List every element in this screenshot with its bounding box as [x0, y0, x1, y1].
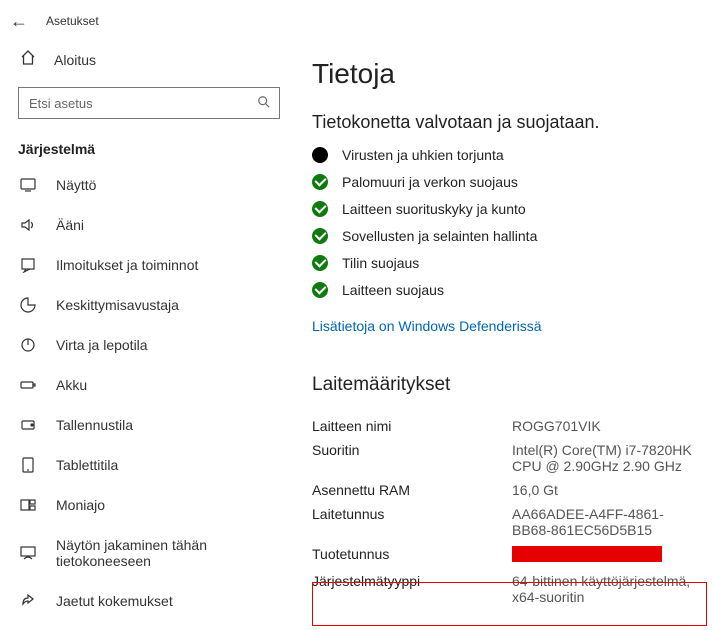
sidebar-item-multitask[interactable]: Moniajo — [0, 485, 298, 525]
spec-device-id: Laitetunnus AA66ADEE-A4FF-4861-BB68-861E… — [312, 502, 702, 542]
battery-icon — [20, 377, 36, 393]
spec-system-type: Järjestelmätyyppi 64-bittinen käyttöjärj… — [312, 569, 702, 609]
status-health: Laitteen suorituskyky ja kunto — [312, 201, 702, 217]
power-icon — [20, 337, 36, 353]
sidebar-item-battery[interactable]: Akku — [0, 365, 298, 405]
check-icon — [312, 255, 328, 271]
notifications-icon — [20, 257, 36, 273]
status-device: Laitteen suojaus — [312, 282, 702, 298]
focus-icon — [20, 297, 36, 313]
search-icon — [257, 95, 271, 112]
spec-ram: Asennettu RAM 16,0 Gt — [312, 478, 702, 502]
storage-icon — [20, 417, 36, 433]
back-icon[interactable]: ← — [10, 11, 28, 32]
shared-icon — [20, 593, 36, 609]
page-title: Tietoja — [312, 58, 702, 90]
status-app: Sovellusten ja selainten hallinta — [312, 228, 702, 244]
check-icon — [312, 201, 328, 217]
home-icon — [20, 50, 36, 69]
search-input[interactable]: Etsi asetus — [18, 87, 280, 119]
status-firewall: Palomuuri ja verkon suojaus — [312, 174, 702, 190]
check-icon — [312, 174, 328, 190]
tablet-icon — [20, 457, 36, 473]
home-label: Aloitus — [54, 52, 96, 68]
specs-title: Laitemääritykset — [312, 374, 702, 396]
status-virus: Virusten ja uhkien torjunta — [312, 147, 702, 163]
projecting-icon — [20, 545, 36, 561]
sidebar-item-notifications[interactable]: Ilmoitukset ja toiminnot — [0, 245, 298, 285]
spec-device-name: Laitteen nimi ROGG701VIK — [312, 414, 702, 438]
check-icon — [312, 228, 328, 244]
sidebar-item-power[interactable]: Virta ja lepotila — [0, 325, 298, 365]
defender-link[interactable]: Lisätietoja on Windows Defenderissä — [312, 318, 542, 334]
sidebar-item-display[interactable]: Näyttö — [0, 165, 298, 205]
section-title: Järjestelmä — [0, 133, 298, 165]
spec-product-id: Tuotetunnus — [312, 542, 702, 569]
security-status-list: Virusten ja uhkien torjunta Palomuuri ja… — [312, 147, 702, 298]
main-content: Tietoja Tietokonetta valvotaan ja suojat… — [298, 42, 712, 630]
home-button[interactable]: Aloitus — [0, 42, 298, 77]
spec-processor: Suoritin Intel(R) Core(TM) i7-7820HK CPU… — [312, 438, 702, 478]
redacted-product-id — [512, 546, 662, 562]
sound-icon — [20, 217, 36, 233]
app-title: Asetukset — [46, 14, 99, 28]
sidebar: Aloitus Etsi asetus Järjestelmä Näyttö Ä… — [0, 42, 298, 630]
warning-icon — [312, 147, 328, 163]
multitask-icon — [20, 497, 36, 513]
status-account: Tilin suojaus — [312, 255, 702, 271]
sidebar-item-storage[interactable]: Tallennustila — [0, 405, 298, 445]
display-icon — [20, 177, 36, 193]
sidebar-item-projecting[interactable]: Näytön jakaminen tähän tietokoneeseen — [0, 525, 298, 581]
search-placeholder: Etsi asetus — [29, 96, 93, 111]
sidebar-item-tablet[interactable]: Tablettitila — [0, 445, 298, 485]
window-header: ← Asetukset — [0, 0, 712, 42]
check-icon — [312, 282, 328, 298]
security-subtitle: Tietokonetta valvotaan ja suojataan. — [312, 112, 702, 133]
sidebar-item-sound[interactable]: Ääni — [0, 205, 298, 245]
sidebar-item-focus[interactable]: Keskittymisavustaja — [0, 285, 298, 325]
sidebar-item-shared[interactable]: Jaetut kokemukset — [0, 581, 298, 621]
